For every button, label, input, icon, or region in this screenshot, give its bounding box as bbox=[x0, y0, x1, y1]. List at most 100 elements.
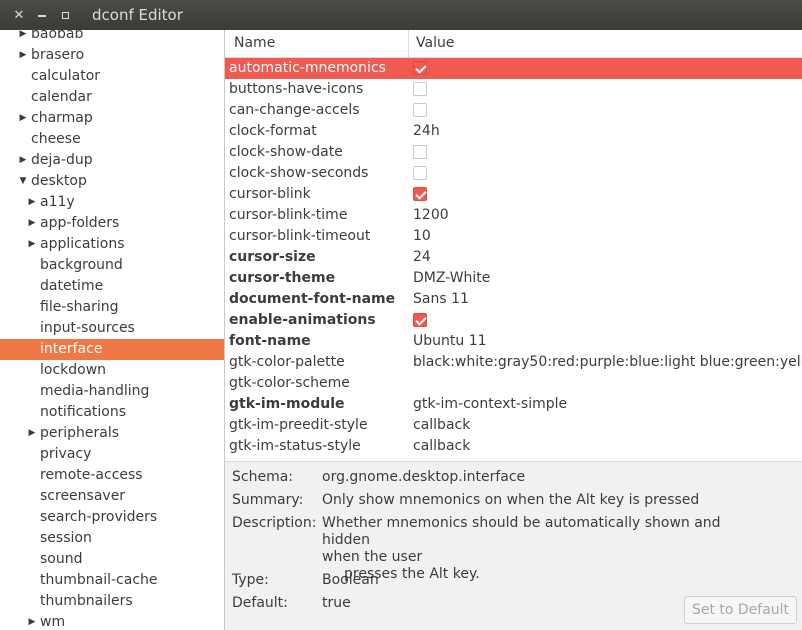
expander-collapsed-icon[interactable]: ▶ bbox=[18, 108, 28, 129]
checkbox-checked[interactable] bbox=[413, 313, 427, 327]
sidebar-item-lockdown[interactable]: lockdown bbox=[0, 360, 224, 381]
expander-collapsed-icon[interactable]: ▶ bbox=[27, 423, 37, 444]
keys-table[interactable]: automatic-mnemonics buttons-have-icons can… bbox=[225, 58, 802, 460]
expander-collapsed-icon[interactable]: ▶ bbox=[27, 234, 37, 255]
key-value[interactable]: callback bbox=[413, 415, 470, 436]
sidebar-item-label: screensaver bbox=[40, 488, 126, 504]
table-row[interactable]: document-font-name Sans 11 bbox=[225, 289, 802, 310]
sidebar-item-label: file-sharing bbox=[40, 299, 119, 315]
set-to-default-button[interactable]: Set to Default bbox=[684, 596, 797, 624]
table-row[interactable]: cursor-theme DMZ-White bbox=[225, 268, 802, 289]
table-row[interactable]: gtk-color-palette black:white:gray50:red:… bbox=[225, 352, 802, 373]
key-value[interactable]: black:white:gray50:red:purple:blue:light… bbox=[413, 352, 802, 373]
table-row[interactable]: cursor-blink-time 1200 bbox=[225, 205, 802, 226]
table-row[interactable]: buttons-have-icons bbox=[225, 79, 802, 100]
key-value[interactable]: 10 bbox=[413, 226, 431, 247]
table-row[interactable]: cursor-blink-timeout 10 bbox=[225, 226, 802, 247]
key-value[interactable]: Ubuntu 11 bbox=[413, 331, 487, 352]
sidebar-item-search-providers[interactable]: search-providers bbox=[0, 507, 224, 528]
sidebar-item-privacy[interactable]: privacy bbox=[0, 444, 224, 465]
sidebar-item-thumbnail-cache[interactable]: thumbnail-cache bbox=[0, 570, 224, 591]
schema-tree-list: ▶ baobab ▶ brasero calculator calendar ▶ charma… bbox=[0, 30, 224, 630]
sidebar-item-session[interactable]: session bbox=[0, 528, 224, 549]
expander-collapsed-icon[interactable]: ▶ bbox=[18, 150, 28, 171]
close-button[interactable]: ✕ bbox=[9, 5, 29, 25]
key-value[interactable]: 24h bbox=[413, 121, 440, 142]
sidebar-item-thumbnailers[interactable]: thumbnailers bbox=[0, 591, 224, 612]
key-name: clock-format bbox=[229, 123, 317, 139]
sidebar-item-wm[interactable]: ▶ wm bbox=[0, 612, 224, 630]
expander-collapsed-icon[interactable]: ▶ bbox=[18, 30, 28, 45]
sidebar-item-calculator[interactable]: calculator bbox=[0, 66, 224, 87]
sidebar-item-label: search-providers bbox=[40, 509, 158, 525]
sidebar-item-sound[interactable]: sound bbox=[0, 549, 224, 570]
table-row[interactable]: gtk-color-scheme bbox=[225, 373, 802, 394]
sidebar-item-label: remote-access bbox=[40, 467, 143, 483]
sidebar-item-cheese[interactable]: cheese bbox=[0, 129, 224, 150]
minimize-button[interactable] bbox=[32, 5, 52, 25]
key-value[interactable]: Sans 11 bbox=[413, 289, 469, 310]
key-value[interactable]: 24 bbox=[413, 247, 431, 268]
checkbox-unchecked[interactable] bbox=[413, 82, 427, 96]
sidebar-item-calendar[interactable]: calendar bbox=[0, 87, 224, 108]
sidebar-item-label: peripherals bbox=[40, 425, 120, 441]
sidebar-item-remote-access[interactable]: remote-access bbox=[0, 465, 224, 486]
sidebar-item-app-folders[interactable]: ▶ app-folders bbox=[0, 213, 224, 234]
sidebar-item-deja-dup[interactable]: ▶ deja-dup bbox=[0, 150, 224, 171]
sidebar-item-brasero[interactable]: ▶ brasero bbox=[0, 45, 224, 66]
key-value[interactable]: 1200 bbox=[413, 205, 449, 226]
description-line: when the user bbox=[322, 549, 423, 565]
schema-tree[interactable]: ▶ baobab ▶ brasero calculator calendar ▶ charma… bbox=[0, 30, 225, 630]
sidebar-item-peripherals[interactable]: ▶ peripherals bbox=[0, 423, 224, 444]
table-row[interactable]: clock-show-seconds bbox=[225, 163, 802, 184]
sidebar-item-input-sources[interactable]: input-sources bbox=[0, 318, 224, 339]
table-row[interactable]: gtk-im-preedit-style callback bbox=[225, 415, 802, 436]
column-header-name[interactable]: Name bbox=[225, 30, 409, 57]
table-row[interactable]: can-change-accels bbox=[225, 100, 802, 121]
key-value[interactable]: gtk-im-context-simple bbox=[413, 394, 567, 415]
sidebar-item-a11y[interactable]: ▶ a11y bbox=[0, 192, 224, 213]
sidebar-item-datetime[interactable]: datetime bbox=[0, 276, 224, 297]
column-header-value[interactable]: Value bbox=[409, 30, 802, 57]
key-value[interactable]: DMZ-White bbox=[413, 268, 490, 289]
key-value[interactable]: callback bbox=[413, 436, 470, 457]
sidebar-item-file-sharing[interactable]: file-sharing bbox=[0, 297, 224, 318]
table-row[interactable]: clock-format 24h bbox=[225, 121, 802, 142]
sidebar-item-background[interactable]: background bbox=[0, 255, 224, 276]
sidebar-item-interface[interactable]: interface bbox=[0, 339, 224, 360]
table-row[interactable]: font-name Ubuntu 11 bbox=[225, 331, 802, 352]
sidebar-item-media-handling[interactable]: media-handling bbox=[0, 381, 224, 402]
key-name: gtk-im-preedit-style bbox=[229, 417, 368, 433]
sidebar-item-desktop[interactable]: ▼ desktop bbox=[0, 171, 224, 192]
table-row[interactable]: cursor-blink bbox=[225, 184, 802, 205]
expander-collapsed-icon[interactable]: ▶ bbox=[18, 45, 28, 66]
table-row[interactable]: cursor-size 24 bbox=[225, 247, 802, 268]
table-row[interactable]: automatic-mnemonics bbox=[225, 58, 802, 79]
sidebar-item-notifications[interactable]: notifications bbox=[0, 402, 224, 423]
expander-collapsed-icon[interactable]: ▶ bbox=[27, 192, 37, 213]
expander-collapsed-icon[interactable]: ▶ bbox=[27, 612, 37, 630]
checkbox-unchecked[interactable] bbox=[413, 145, 427, 159]
expander-collapsed-icon[interactable]: ▶ bbox=[27, 213, 37, 234]
type-label: Type: bbox=[232, 572, 269, 588]
checkbox-checked[interactable] bbox=[413, 187, 427, 201]
table-row[interactable]: gtk-im-status-style callback bbox=[225, 436, 802, 457]
sidebar-item-label: a11y bbox=[40, 194, 75, 210]
sidebar-item-charmap[interactable]: ▶ charmap bbox=[0, 108, 224, 129]
table-row[interactable]: clock-show-date bbox=[225, 142, 802, 163]
close-icon: ✕ bbox=[13, 7, 25, 23]
table-row[interactable]: enable-animations bbox=[225, 310, 802, 331]
sidebar-item-label: lockdown bbox=[40, 362, 107, 378]
sidebar-item-baobab[interactable]: ▶ baobab bbox=[0, 30, 224, 45]
title-bar: ✕ dconf Editor bbox=[0, 0, 802, 30]
checkbox-checked[interactable] bbox=[413, 61, 427, 75]
sidebar-item-screensaver[interactable]: screensaver bbox=[0, 486, 224, 507]
checkbox-unchecked[interactable] bbox=[413, 103, 427, 117]
expander-expanded-icon[interactable]: ▼ bbox=[18, 171, 28, 192]
table-row[interactable]: gtk-im-module gtk-im-context-simple bbox=[225, 394, 802, 415]
checkbox-unchecked[interactable] bbox=[413, 166, 427, 180]
sidebar-item-applications[interactable]: ▶ applications bbox=[0, 234, 224, 255]
key-name: can-change-accels bbox=[229, 102, 360, 118]
sidebar-item-label: privacy bbox=[40, 446, 92, 462]
maximize-button[interactable] bbox=[55, 5, 75, 25]
